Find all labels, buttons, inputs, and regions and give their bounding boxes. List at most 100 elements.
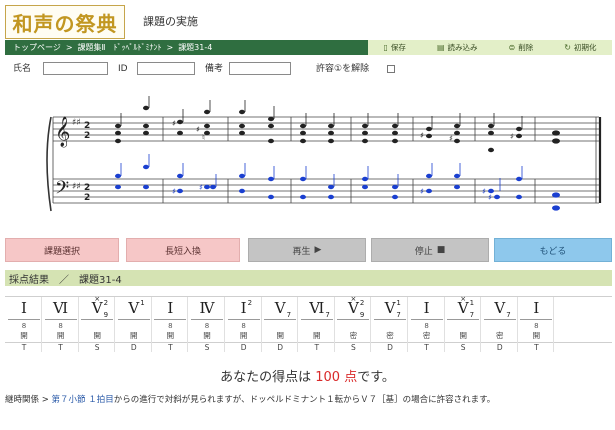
chord-voicing: 開 bbox=[276, 331, 284, 340]
chord-underline bbox=[520, 319, 553, 320]
chord-sup: 1 bbox=[140, 299, 145, 307]
chord-sup: 1 bbox=[469, 299, 475, 307]
play-button[interactable]: 再生 ▶ bbox=[248, 238, 366, 262]
page-title: 課題の実施 bbox=[143, 15, 198, 28]
time-signature: 2 bbox=[84, 121, 90, 131]
result-title: 採点結果 bbox=[9, 274, 49, 286]
transpose-button[interactable]: 長短入換 bbox=[126, 238, 240, 262]
treble-clef: 𝄞 bbox=[55, 116, 70, 148]
chord-sub: 7 bbox=[396, 311, 401, 319]
analysis-column: I 8密T bbox=[409, 297, 445, 352]
note-field[interactable] bbox=[229, 62, 291, 75]
allow-checkbox[interactable] bbox=[387, 65, 395, 73]
reset-icon: ↻ bbox=[564, 43, 571, 52]
chord-position: 8 bbox=[241, 322, 246, 330]
chord-function: T bbox=[168, 343, 173, 352]
load-icon: ▤ bbox=[436, 43, 445, 52]
svg-text:♯: ♯ bbox=[482, 187, 486, 196]
chord-voicing: 開 bbox=[56, 331, 65, 340]
form-row: 氏名 ID 備考 許容①を解除 bbox=[5, 62, 612, 78]
chord-position: 8 bbox=[21, 322, 27, 330]
result-task: 課題31-4 bbox=[79, 274, 122, 286]
delete-label: 削除 bbox=[518, 43, 534, 52]
chord-function: D bbox=[240, 343, 247, 352]
chord-symbol: Ⅵ7 bbox=[299, 299, 335, 319]
load-button[interactable]: ▤ 読み込み bbox=[437, 42, 478, 53]
chord-voicing: 密 bbox=[386, 331, 394, 340]
analysis-column: I 8開T bbox=[518, 297, 555, 352]
chord-voicing: 密 bbox=[496, 331, 504, 340]
stop-button[interactable]: 停止 ■ bbox=[371, 238, 489, 262]
reset-label: 初期化 bbox=[573, 43, 597, 52]
chord-sub: 9 bbox=[359, 311, 365, 319]
analysis-table: I 8 開 T Ⅵ 8 開 T × V 2 9 開 S V 1 開 D I 8 開 T Ⅳ 8 開 S I 2 8 開 D V 7 開 D Ⅵ 7 開 T ×… bbox=[5, 295, 612, 352]
breadcrumb: トップページ > 課題集Ⅱ ﾄﾞｯﾍﾟﾙﾄﾞﾐﾅﾝﾄ > 課題31-4 bbox=[5, 40, 368, 55]
chord-underline bbox=[227, 319, 260, 320]
chord-symbol: V7 bbox=[262, 299, 298, 319]
transpose-label: 長短入換 bbox=[164, 246, 201, 257]
analysis-column: I 8開T bbox=[6, 297, 42, 352]
chord-function: S bbox=[204, 343, 210, 352]
chord-position: 8 bbox=[424, 322, 429, 330]
chord-symbol: × V 2 9 bbox=[79, 295, 115, 319]
svg-text:♯: ♯ bbox=[420, 187, 424, 196]
chord-voicing: 開 bbox=[459, 331, 467, 340]
bass-notes bbox=[115, 164, 560, 211]
reset-button[interactable]: ↻ 初期化 bbox=[564, 42, 596, 53]
id-label: ID bbox=[118, 64, 128, 74]
chord-symbol: I bbox=[409, 299, 445, 319]
logo-text: 和声の祭典 bbox=[12, 11, 118, 36]
chord-underline bbox=[447, 319, 480, 320]
score-prefix: あなたの得点は bbox=[220, 370, 312, 385]
chord-numeral: V bbox=[128, 299, 140, 317]
name-field[interactable] bbox=[43, 62, 108, 75]
chord-function: S bbox=[460, 343, 466, 352]
back-button[interactable]: もどる bbox=[494, 238, 612, 262]
id-field[interactable] bbox=[137, 62, 195, 75]
chord-numeral: V bbox=[274, 299, 286, 317]
chord-sub: 7 bbox=[325, 311, 330, 319]
chord-numeral: V bbox=[494, 299, 506, 317]
chord-numeral: Ⅳ bbox=[199, 299, 215, 317]
svg-text:♯: ♯ bbox=[196, 125, 200, 134]
chord-underline bbox=[44, 319, 77, 320]
chord-sup: 2 bbox=[247, 299, 253, 307]
analysis-column: V7 密D bbox=[482, 297, 518, 352]
chord-symbol: I bbox=[152, 299, 188, 319]
score-message: あなたの得点は 100 点です。 bbox=[0, 366, 615, 385]
chord-numeral: I bbox=[167, 299, 174, 317]
chord-sup: 2 bbox=[103, 299, 109, 307]
chord-numeral: I bbox=[423, 299, 430, 317]
stop-label: 停止 bbox=[414, 246, 433, 257]
chord-voicing: 開 bbox=[93, 331, 101, 340]
chord-voicing: 開 bbox=[166, 331, 175, 340]
breadcrumb-separator: > bbox=[166, 43, 174, 52]
delete-button[interactable]: ⊜ 削除 bbox=[509, 42, 534, 53]
breadcrumb-collection[interactable]: 課題集Ⅱ ﾄﾞｯﾍﾟﾙﾄﾞﾐﾅﾝﾄ bbox=[78, 42, 162, 53]
time-signature: 2 bbox=[84, 183, 90, 193]
logo[interactable]: 和声の祭典 bbox=[5, 5, 125, 39]
chord-position: 8 bbox=[168, 322, 173, 330]
chord-sub: 7 bbox=[506, 311, 511, 319]
breadcrumb-current: 課題31-4 bbox=[178, 43, 213, 52]
chord-position: 8 bbox=[58, 322, 63, 330]
chord-voicing: 密 bbox=[422, 331, 431, 340]
bass-clef: 𝄢 bbox=[55, 178, 69, 203]
score-staff[interactable]: 𝄞 𝄢 ♯♯ ♯♯ 2 2 2 2 ♯♯♮ ♯ ♯ ♯ ♯ ♯ ♯ ♯♯ bbox=[45, 95, 605, 219]
breadcrumb-home[interactable]: トップページ bbox=[13, 42, 61, 53]
chord-sub: 7 bbox=[286, 311, 292, 319]
remark-location-link[interactable]: 第７小節 １拍目 bbox=[52, 395, 114, 405]
chord-symbol: I bbox=[518, 299, 554, 319]
svg-text:♯: ♯ bbox=[420, 131, 424, 140]
select-task-button[interactable]: 課題選択 bbox=[5, 238, 119, 262]
save-button[interactable]: ▯ 保存 bbox=[384, 42, 406, 53]
svg-text:♯: ♯ bbox=[510, 132, 514, 141]
svg-text:♯: ♯ bbox=[172, 119, 176, 128]
svg-text:♯: ♯ bbox=[172, 187, 176, 196]
svg-text:♯: ♯ bbox=[449, 134, 453, 143]
key-signature: ♯♯ bbox=[72, 118, 81, 128]
chord-sub: 7 bbox=[469, 311, 475, 319]
chord-function: T bbox=[21, 343, 27, 352]
chord-underline bbox=[154, 319, 187, 320]
chord-symbol: V1 7 bbox=[372, 299, 408, 319]
